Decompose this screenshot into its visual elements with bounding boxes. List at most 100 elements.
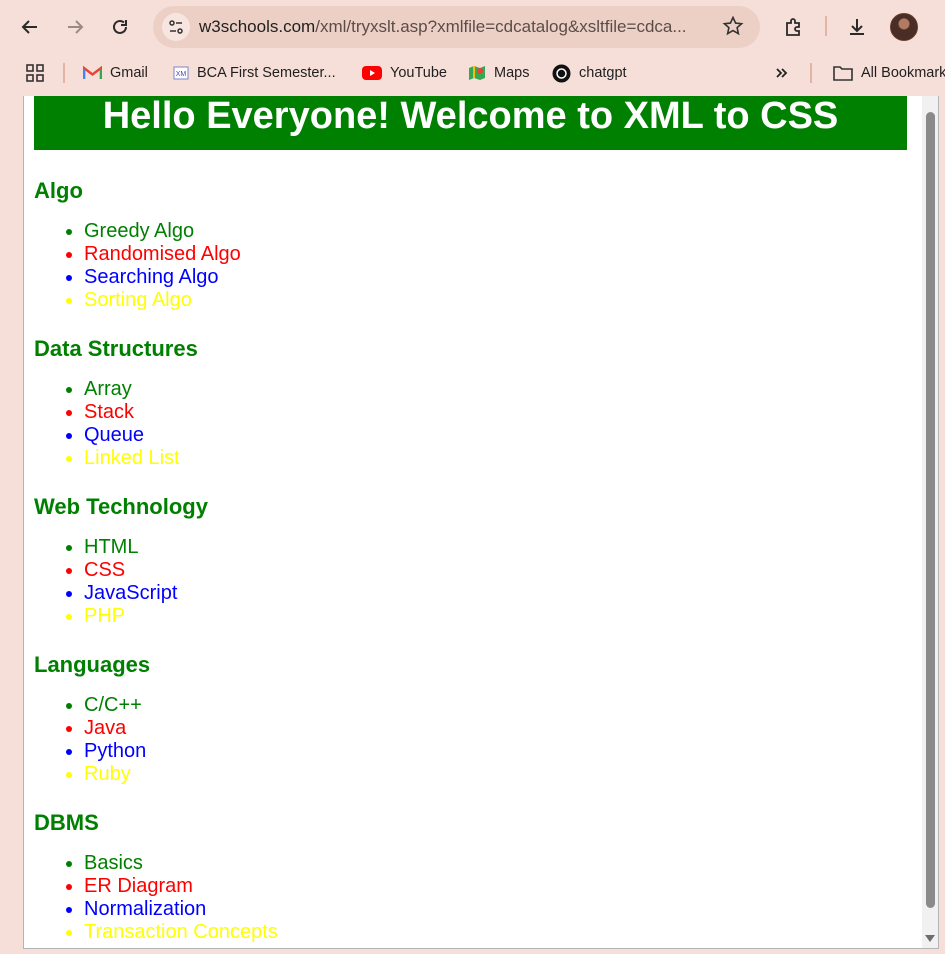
list-item: ER Diagram	[34, 875, 894, 898]
url-host: w3schools.com	[199, 17, 316, 36]
list-item: Transaction Concepts	[34, 921, 894, 944]
address-bar[interactable]: w3schools.com/xml/tryxslt.asp?xmlfile=cd…	[153, 6, 760, 48]
bullet	[66, 298, 72, 304]
item-text: Array	[84, 378, 132, 400]
section-web-technology: Web Technology HTML CSS JavaScript PHP	[34, 494, 894, 627]
bullet	[66, 614, 72, 620]
list-item: Linked List	[34, 447, 894, 470]
more-bookmarks-button[interactable]	[775, 62, 789, 84]
site-info-icon[interactable]	[162, 13, 190, 41]
section-dbms: DBMS Basics ER Diagram Normalization Tra…	[34, 810, 894, 943]
bullet	[66, 229, 72, 235]
bookmark-label: chatgpt	[579, 65, 627, 81]
list-item: Basics	[34, 852, 894, 875]
list-item: HTML	[34, 536, 894, 559]
item-text: ER Diagram	[84, 875, 193, 897]
bullet	[66, 930, 72, 936]
item-text: Transaction Concepts	[84, 921, 278, 943]
section-data-structures: Data Structures Array Stack Queue Linked…	[34, 336, 894, 469]
chatgpt-icon	[552, 64, 571, 83]
bullet	[66, 433, 72, 439]
list-item: Randomised Algo	[34, 243, 894, 266]
bookmark-youtube[interactable]: YouTube	[362, 62, 447, 84]
bullet	[66, 456, 72, 462]
item-text: Ruby	[84, 763, 131, 785]
list-item: PHP	[34, 605, 894, 628]
bca-icon: XM	[173, 65, 189, 81]
bullet	[66, 726, 72, 732]
bookmark-gmail[interactable]: Gmail	[83, 62, 148, 84]
bullet	[66, 275, 72, 281]
item-text: Searching Algo	[84, 266, 219, 288]
apps-button[interactable]	[25, 62, 45, 84]
bullet	[66, 884, 72, 890]
browser-toolbar: w3schools.com/xml/tryxslt.asp?xmlfile=cd…	[0, 0, 945, 54]
bookmark-bca[interactable]: XM BCA First Semester...	[173, 62, 336, 84]
scroll-down-arrow-icon[interactable]	[925, 935, 935, 942]
item-text: Python	[84, 740, 147, 762]
chevron-double-right-icon	[776, 68, 788, 78]
youtube-icon	[362, 66, 382, 80]
item-list: C/C++ Java Python Ruby	[34, 694, 894, 786]
item-text: Greedy Algo	[84, 220, 195, 242]
bullet	[66, 772, 72, 778]
list-item: Java	[34, 717, 894, 740]
section-algo: Algo Greedy Algo Randomised Algo Searchi…	[34, 178, 894, 311]
bookmark-chatgpt[interactable]: chatgpt	[552, 62, 627, 84]
forward-button[interactable]	[58, 10, 92, 44]
list-item: Array	[34, 378, 894, 401]
maps-icon	[468, 64, 486, 82]
bookmark-label: BCA First Semester...	[197, 65, 336, 81]
toolbar-divider	[825, 16, 827, 36]
list-item: Python	[34, 740, 894, 763]
item-text: Stack	[84, 401, 135, 423]
item-text: Linked List	[84, 447, 180, 469]
svg-text:XM: XM	[176, 71, 187, 78]
section-title: Data Structures	[34, 336, 198, 361]
bookmark-label: YouTube	[390, 65, 447, 81]
item-text: Java	[84, 717, 127, 739]
item-list: Greedy Algo Randomised Algo Searching Al…	[34, 220, 894, 312]
back-arrow-icon	[21, 20, 37, 34]
bookmark-star-icon[interactable]	[722, 15, 744, 42]
download-icon	[850, 19, 864, 35]
bookmark-maps[interactable]: Maps	[468, 62, 529, 84]
list-item: CSS	[34, 559, 894, 582]
url-path: /xml/tryxslt.asp?xmlfile=cdcatalog&xsltf…	[315, 17, 687, 36]
list-item: Stack	[34, 401, 894, 424]
gmail-icon	[83, 66, 102, 80]
profile-avatar[interactable]	[890, 13, 918, 41]
page-viewport: Hello Everyone! Welcome to XML to CSS Al…	[23, 96, 939, 949]
list-item: Searching Algo	[34, 266, 894, 289]
bullet	[66, 861, 72, 867]
vertical-scrollbar[interactable]	[922, 96, 938, 948]
url-text[interactable]: w3schools.com/xml/tryxslt.asp?xmlfile=cd…	[199, 17, 687, 37]
section-title: Web Technology	[34, 494, 208, 519]
reload-icon	[113, 19, 127, 34]
bullet	[66, 410, 72, 416]
page-heading: Hello Everyone! Welcome to XML to CSS	[34, 96, 907, 150]
list-item: Queue	[34, 424, 894, 447]
extensions-button[interactable]	[777, 10, 811, 44]
bookmark-all-bookmarks[interactable]: All Bookmarks	[833, 62, 945, 84]
list-item: Normalization	[34, 898, 894, 921]
item-text: Randomised Algo	[84, 243, 241, 265]
scrollbar-thumb[interactable]	[926, 112, 935, 908]
bookmark-label: Gmail	[110, 65, 148, 81]
section-title: DBMS	[34, 810, 99, 835]
list-item: C/C++	[34, 694, 894, 717]
list-item: Ruby	[34, 763, 894, 786]
bullet	[66, 907, 72, 913]
list-item: Greedy Algo	[34, 220, 894, 243]
back-button[interactable]	[13, 10, 47, 44]
list-item: JavaScript	[34, 582, 894, 605]
reload-button[interactable]	[103, 10, 137, 44]
item-list: HTML CSS JavaScript PHP	[34, 536, 894, 628]
puzzle-icon	[786, 18, 800, 36]
downloads-button[interactable]	[840, 10, 874, 44]
forward-arrow-icon	[68, 20, 84, 34]
bookmark-label: All Bookmarks	[861, 65, 945, 81]
bookmarks-divider	[63, 63, 65, 83]
item-list: Array Stack Queue Linked List	[34, 378, 894, 470]
item-text: Sorting Algo	[84, 289, 192, 311]
